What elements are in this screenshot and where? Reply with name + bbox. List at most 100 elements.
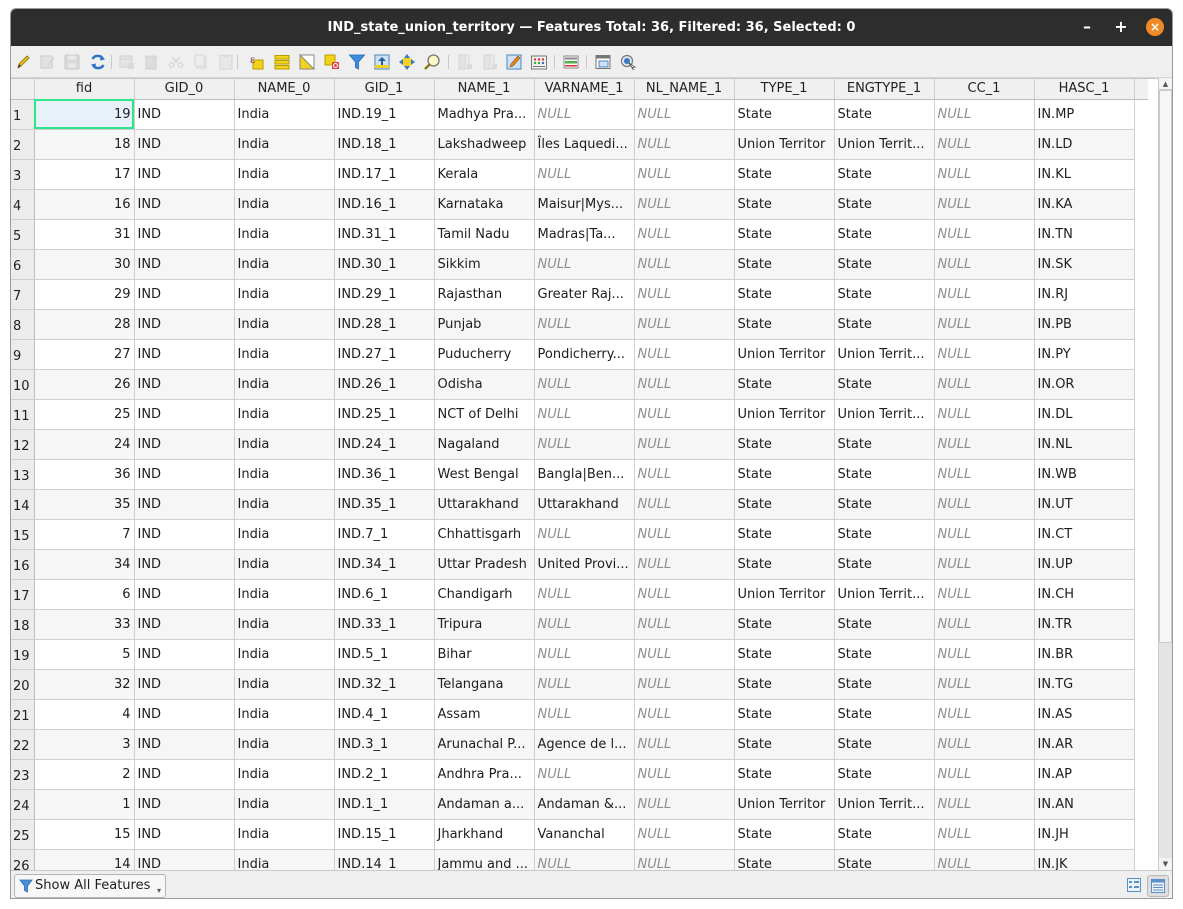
cell-engtype-1[interactable]: State: [834, 189, 935, 220]
cell-name-1[interactable]: Madhya Pra...: [434, 99, 535, 130]
cell-name-0[interactable]: India: [234, 129, 335, 160]
cell-hasc-1[interactable]: IN.NL: [1034, 429, 1135, 460]
cell-gid-0[interactable]: IND: [134, 249, 235, 280]
cell-type-1[interactable]: State: [734, 189, 835, 220]
cell-type-1[interactable]: State: [734, 429, 835, 460]
cell-cc-1[interactable]: NULL: [934, 489, 1035, 520]
cell-engtype-1[interactable]: State: [834, 369, 935, 400]
row-header[interactable]: 15: [11, 519, 35, 550]
cell-varname-1[interactable]: Pondicherry...: [534, 339, 635, 370]
cell-varname-1[interactable]: Andaman &...: [534, 789, 635, 820]
cell-type-1[interactable]: State: [734, 849, 835, 870]
row-header[interactable]: 5: [11, 219, 35, 250]
cell-gid-1[interactable]: IND.28_1: [334, 309, 435, 340]
cell-type-1[interactable]: State: [734, 669, 835, 700]
cell-engtype-1[interactable]: State: [834, 699, 935, 730]
cell-gid-0[interactable]: IND: [134, 399, 235, 430]
table-row[interactable]: 2 18 IND India IND.18_1 Lakshadweep Îles Laque…: [11, 129, 1148, 160]
cell-type-1[interactable]: State: [734, 489, 835, 520]
cell-varname-1[interactable]: NULL: [534, 399, 635, 430]
table-row[interactable]: 20 32 IND India IND.32_1 Telangana NULL NULL Sta…: [11, 669, 1148, 700]
cell-fid[interactable]: 14: [34, 849, 135, 870]
cell-cc-1[interactable]: NULL: [934, 849, 1035, 870]
cell-engtype-1[interactable]: State: [834, 99, 935, 130]
cell-cc-1[interactable]: NULL: [934, 249, 1035, 280]
cell-cc-1[interactable]: NULL: [934, 579, 1035, 610]
cell-gid-0[interactable]: IND: [134, 489, 235, 520]
cell-varname-1[interactable]: NULL: [534, 849, 635, 870]
cell-varname-1[interactable]: NULL: [534, 669, 635, 700]
cell-engtype-1[interactable]: State: [834, 279, 935, 310]
cell-type-1[interactable]: State: [734, 639, 835, 670]
cell-gid-1[interactable]: IND.34_1: [334, 549, 435, 580]
cell-name-0[interactable]: India: [234, 489, 335, 520]
cell-engtype-1[interactable]: State: [834, 159, 935, 190]
cell-gid-1[interactable]: IND.27_1: [334, 339, 435, 370]
scroll-down-arrow-icon[interactable]: ▼: [1159, 858, 1172, 870]
cell-name-1[interactable]: Puducherry: [434, 339, 535, 370]
table-row[interactable]: 12 24 IND India IND.24_1 Nagaland NULL NULL Stat…: [11, 429, 1148, 460]
deselect-all-button[interactable]: [323, 53, 341, 71]
cell-nl-name-1[interactable]: NULL: [634, 429, 735, 460]
cell-hasc-1[interactable]: IN.RJ: [1034, 279, 1135, 310]
table-corner[interactable]: [11, 79, 35, 100]
cell-gid-0[interactable]: IND: [134, 159, 235, 190]
column-header-cc-1[interactable]: CC_1: [934, 79, 1035, 100]
cell-cc-1[interactable]: NULL: [934, 159, 1035, 190]
cell-hasc-1[interactable]: IN.AS: [1034, 699, 1135, 730]
cell-gid-0[interactable]: IND: [134, 639, 235, 670]
scrollbar-thumb[interactable]: [1159, 90, 1172, 643]
column-header-gid-0[interactable]: GID_0: [134, 79, 235, 100]
cell-fid[interactable]: 27: [34, 339, 135, 370]
cell-nl-name-1[interactable]: NULL: [634, 339, 735, 370]
cell-type-1[interactable]: State: [734, 759, 835, 790]
new-field-button[interactable]: [456, 53, 474, 71]
cell-gid-0[interactable]: IND: [134, 459, 235, 490]
cell-name-1[interactable]: Punjab: [434, 309, 535, 340]
cell-name-1[interactable]: Tamil Nadu: [434, 219, 535, 250]
pan-to-selected-button[interactable]: [398, 53, 416, 71]
cell-name-1[interactable]: Assam: [434, 699, 535, 730]
cell-name-0[interactable]: India: [234, 369, 335, 400]
cell-name-0[interactable]: India: [234, 279, 335, 310]
cell-engtype-1[interactable]: State: [834, 459, 935, 490]
cell-gid-0[interactable]: IND: [134, 219, 235, 250]
cell-varname-1[interactable]: Agence de l...: [534, 729, 635, 760]
cell-cc-1[interactable]: NULL: [934, 459, 1035, 490]
table-row[interactable]: 6 30 IND India IND.30_1 Sikkim NULL NULL State St…: [11, 249, 1148, 280]
cell-fid[interactable]: 24: [34, 429, 135, 460]
row-header[interactable]: 2: [11, 129, 35, 160]
cell-engtype-1[interactable]: State: [834, 219, 935, 250]
cell-hasc-1[interactable]: IN.SK: [1034, 249, 1135, 280]
cell-varname-1[interactable]: NULL: [534, 579, 635, 610]
cell-cc-1[interactable]: NULL: [934, 339, 1035, 370]
cell-name-1[interactable]: Lakshadweep: [434, 129, 535, 160]
cell-nl-name-1[interactable]: NULL: [634, 699, 735, 730]
cell-gid-1[interactable]: IND.16_1: [334, 189, 435, 220]
cell-gid-1[interactable]: IND.17_1: [334, 159, 435, 190]
column-header-gid-1[interactable]: GID_1: [334, 79, 435, 100]
cell-engtype-1[interactable]: Union Territ...: [834, 339, 935, 370]
cell-name-0[interactable]: India: [234, 699, 335, 730]
cell-type-1[interactable]: State: [734, 219, 835, 250]
cell-hasc-1[interactable]: IN.AP: [1034, 759, 1135, 790]
cell-nl-name-1[interactable]: NULL: [634, 609, 735, 640]
cell-nl-name-1[interactable]: NULL: [634, 369, 735, 400]
row-header[interactable]: 10: [11, 369, 35, 400]
cell-name-0[interactable]: India: [234, 549, 335, 580]
cell-nl-name-1[interactable]: NULL: [634, 459, 735, 490]
cell-nl-name-1[interactable]: NULL: [634, 309, 735, 340]
row-header[interactable]: 12: [11, 429, 35, 460]
cell-gid-1[interactable]: IND.2_1: [334, 759, 435, 790]
table-row[interactable]: 4 16 IND India IND.16_1 Karnataka Maisur|Mys..…: [11, 189, 1148, 220]
cell-varname-1[interactable]: Greater Raj...: [534, 279, 635, 310]
cell-nl-name-1[interactable]: NULL: [634, 249, 735, 280]
table-row[interactable]: 1 19 IND India IND.19_1 Madhya Pra... NULL NULL…: [11, 99, 1148, 130]
cell-varname-1[interactable]: NULL: [534, 99, 635, 130]
row-header[interactable]: 24: [11, 789, 35, 820]
table-row[interactable]: 26 14 IND India IND.14_1 Jammu and ... NULL NUL…: [11, 849, 1148, 870]
zoom-to-selected-button[interactable]: [423, 53, 441, 71]
cell-gid-1[interactable]: IND.29_1: [334, 279, 435, 310]
cell-gid-0[interactable]: IND: [134, 129, 235, 160]
cell-gid-0[interactable]: IND: [134, 99, 235, 130]
